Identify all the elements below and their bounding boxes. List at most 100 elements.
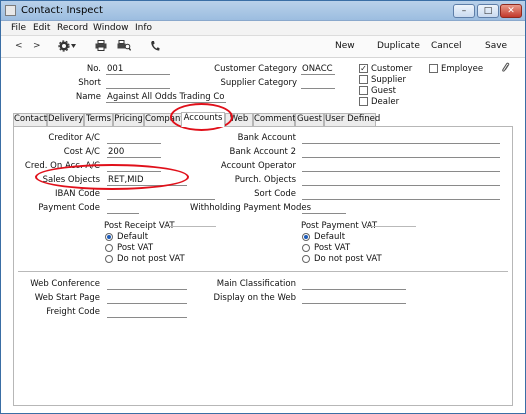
tab-comments[interactable]: Comments	[253, 113, 300, 126]
web-start-page-field[interactable]	[107, 293, 187, 304]
section-divider	[18, 271, 508, 272]
cost-ac-label: Cost A/C	[63, 147, 100, 157]
sort-code-field[interactable]	[302, 189, 500, 200]
main-classification-field[interactable]	[302, 279, 406, 290]
web-conference-field[interactable]	[107, 279, 187, 290]
supplier-category-label: Supplier Category	[220, 78, 297, 88]
paperclip-icon[interactable]	[501, 62, 511, 77]
post-receipt-vat-divider	[164, 226, 216, 227]
purch-objects-field[interactable]	[302, 175, 500, 186]
web-conference-label: Web Conference	[30, 279, 100, 289]
bank-account-label: Bank Account	[237, 133, 296, 143]
supplier-checkbox-label: Supplier	[371, 75, 407, 85]
tab-delivery[interactable]: Delivery	[47, 113, 84, 126]
post-receipt-vat-default-radio[interactable]	[105, 233, 113, 241]
menu-edit[interactable]: Edit	[33, 23, 50, 33]
tab-web[interactable]: Web	[225, 113, 253, 126]
iban-code-label: IBAN Code	[55, 189, 100, 199]
record-header: No. 001 Short Name Against All Odds Trad…	[1, 58, 525, 112]
duplicate-button[interactable]: Duplicate	[377, 41, 420, 51]
payment-code-field[interactable]	[107, 203, 139, 214]
supplier-checkbox[interactable]	[359, 75, 368, 84]
tab-bar: Contact Delivery Terms Pricing Company A…	[13, 112, 513, 127]
print-icon[interactable]	[95, 40, 107, 54]
post-payment-vat-default-label: Default	[314, 232, 346, 242]
bank-account-field[interactable]	[302, 133, 500, 144]
tab-pricing[interactable]: Pricing	[113, 113, 144, 126]
menu-record[interactable]: Record	[57, 23, 88, 33]
tab-accounts[interactable]: Accounts	[181, 112, 225, 127]
display-on-web-label: Display on the Web	[213, 293, 296, 303]
post-payment-vat-divider	[364, 226, 416, 227]
freight-code-field[interactable]	[107, 307, 187, 318]
dealer-checkbox[interactable]	[359, 97, 368, 106]
post-payment-vat-default-radio[interactable]	[302, 233, 310, 241]
post-receipt-vat-donot-radio[interactable]	[105, 255, 113, 263]
sales-objects-label: Sales Objects	[42, 175, 100, 185]
cred-on-acc-label: Cred. On Acc. A/C	[24, 161, 100, 171]
web-start-page-label: Web Start Page	[34, 293, 100, 303]
tab-user-defined[interactable]: User Defined	[324, 113, 380, 126]
tab-company[interactable]: Company	[144, 113, 185, 126]
creditor-ac-field[interactable]	[107, 133, 161, 144]
post-receipt-vat-post-radio[interactable]	[105, 244, 113, 252]
menu-bar: File Edit Record Window Info	[1, 21, 525, 36]
menu-info[interactable]: Info	[135, 23, 152, 33]
display-on-web-field[interactable]	[302, 293, 406, 304]
maximize-button[interactable]: □	[477, 4, 499, 18]
customer-category-field[interactable]: ONACC	[301, 64, 335, 75]
account-operator-label: Account Operator	[220, 161, 296, 171]
supplier-category-field[interactable]	[301, 78, 335, 89]
cancel-button[interactable]: Cancel	[431, 41, 462, 51]
next-record-button[interactable]: >	[33, 41, 41, 51]
phone-icon[interactable]	[150, 40, 160, 55]
save-button[interactable]: Save	[485, 41, 507, 51]
post-payment-vat-donot-radio[interactable]	[302, 255, 310, 263]
cost-ac-field[interactable]: 200	[107, 147, 161, 158]
bank-account-2-label: Bank Account 2	[229, 147, 296, 157]
gear-icon[interactable]	[58, 40, 78, 55]
tab-terms[interactable]: Terms	[84, 113, 113, 126]
post-payment-vat-post-radio[interactable]	[302, 244, 310, 252]
sales-objects-field[interactable]: RET,MID	[107, 175, 187, 186]
tab-guest[interactable]: Guest	[295, 113, 324, 126]
minimize-button[interactable]: –	[453, 4, 475, 18]
title-bar: Contact: Inspect – □ ✕	[1, 1, 525, 21]
dealer-checkbox-label: Dealer	[371, 97, 400, 107]
post-payment-vat-donot-label: Do not post VAT	[314, 254, 382, 264]
employee-checkbox-label: Employee	[441, 64, 484, 74]
app-icon	[5, 5, 16, 16]
name-label: Name	[75, 92, 101, 102]
customer-checkbox[interactable]: ✓	[359, 64, 368, 73]
post-receipt-vat-default-label: Default	[117, 232, 149, 242]
bank-account-2-field[interactable]	[302, 147, 500, 158]
freight-code-label: Freight Code	[46, 307, 100, 317]
short-field[interactable]	[106, 78, 170, 89]
print-preview-icon[interactable]	[117, 40, 132, 54]
account-operator-field[interactable]	[302, 161, 500, 172]
purch-objects-label: Purch. Objects	[234, 175, 296, 185]
previous-record-button[interactable]: <	[15, 41, 23, 51]
contact-inspect-window: Contact: Inspect – □ ✕ File Edit Record …	[0, 0, 526, 414]
payment-code-label: Payment Code	[38, 203, 100, 213]
employee-checkbox[interactable]	[429, 64, 438, 73]
post-receipt-vat-donot-label: Do not post VAT	[117, 254, 185, 264]
sort-code-label: Sort Code	[254, 189, 296, 199]
creditor-ac-label: Creditor A/C	[48, 133, 100, 143]
post-payment-vat-post-label: Post VAT	[314, 243, 351, 253]
menu-window[interactable]: Window	[93, 23, 129, 33]
no-field[interactable]: 001	[106, 64, 170, 75]
no-label: No.	[86, 64, 101, 74]
customer-category-label: Customer Category	[214, 64, 297, 74]
tab-contact[interactable]: Contact	[13, 113, 47, 126]
guest-checkbox[interactable]	[359, 86, 368, 95]
new-button[interactable]: New	[335, 41, 355, 51]
name-field[interactable]: Against All Odds Trading Co	[106, 92, 226, 103]
guest-checkbox-label: Guest	[371, 86, 396, 96]
menu-file[interactable]: File	[11, 23, 26, 33]
close-button[interactable]: ✕	[500, 4, 522, 18]
withholding-payment-modes-field[interactable]	[302, 203, 346, 214]
window-title: Contact: Inspect	[21, 5, 103, 16]
withholding-payment-modes-label: Withholding Payment Modes	[190, 203, 311, 213]
cred-on-acc-field[interactable]	[107, 161, 161, 172]
